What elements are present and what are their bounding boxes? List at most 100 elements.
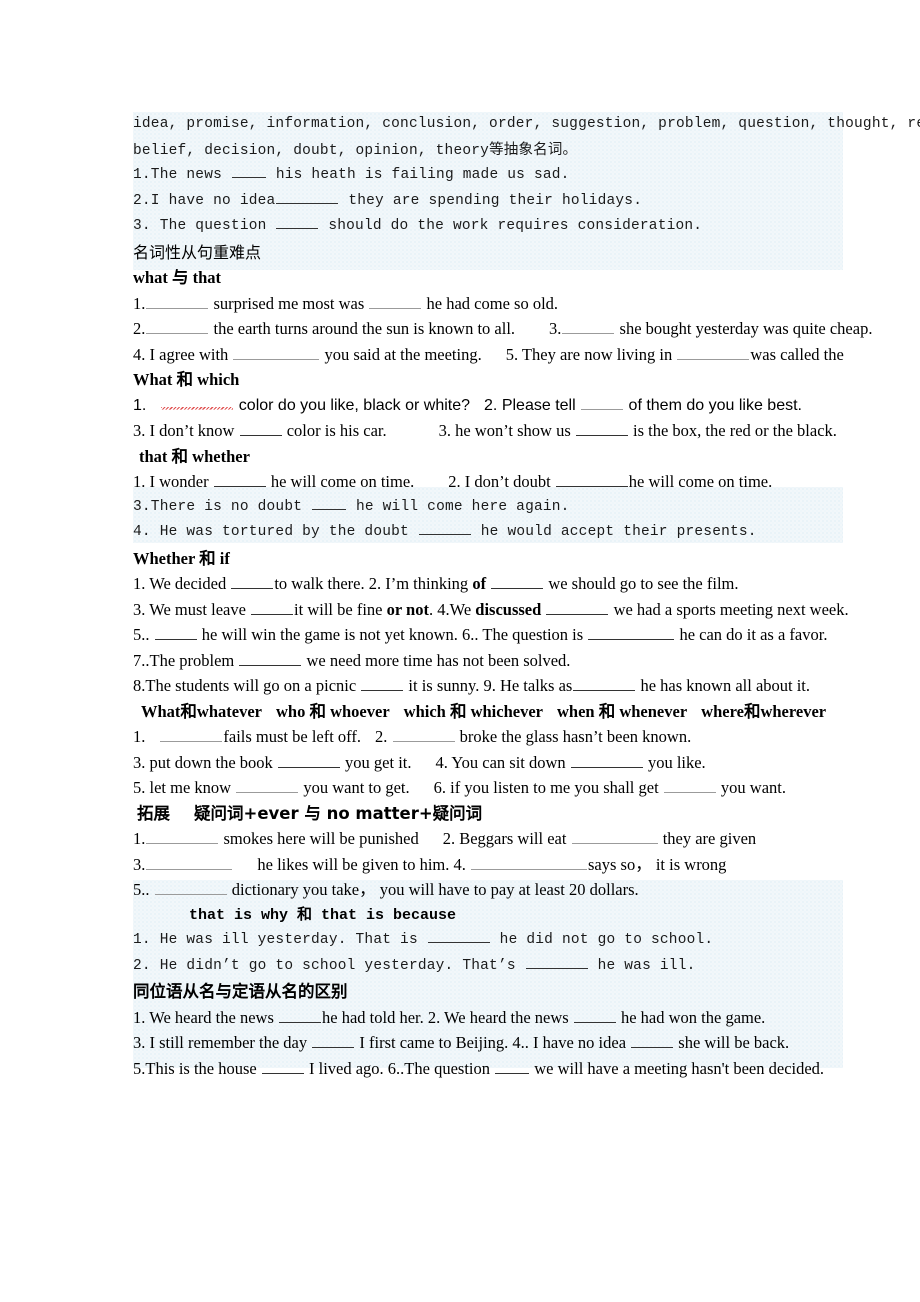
- worksheet-page: idea, promise, information, conclusion, …: [0, 0, 920, 1302]
- item-text: says so， it is wrong: [588, 854, 727, 874]
- heading-word: whichever: [470, 701, 543, 721]
- answer-blank[interactable]: [427, 928, 490, 943]
- answer-blank[interactable]: [276, 214, 319, 229]
- answer-blank[interactable]: [277, 751, 340, 768]
- answer-blank[interactable]: [361, 674, 404, 691]
- item-text: 3. I don’t know: [133, 421, 235, 440]
- heading-expansion: 拓展 疑问词+ever 与 no matter+疑问词: [133, 801, 845, 827]
- answer-blank[interactable]: [573, 674, 636, 691]
- heading-cjk-and: 和: [309, 701, 326, 721]
- item-text: you want to get.: [303, 778, 410, 797]
- item-text: surprised me most was: [213, 293, 365, 313]
- answer-blank[interactable]: [570, 751, 643, 768]
- answer-blank[interactable]: [146, 853, 233, 870]
- exercise-1-suffix: his heath is failing made us sad.: [275, 167, 570, 183]
- answer-blank[interactable]: [491, 572, 544, 589]
- heading-word: which: [403, 701, 446, 721]
- answer-blank[interactable]: [146, 827, 219, 844]
- wi-line-2: 3. We must leave it will be fine or not.…: [133, 597, 849, 623]
- answer-blank[interactable]: [525, 954, 588, 969]
- answer-blank[interactable]: [146, 292, 209, 309]
- item-text: . 4.We: [428, 599, 472, 619]
- ev-line-1: 1. fails must be left off. 2. broke the gl…: [133, 724, 845, 750]
- wt-line-2: 2. the earth turns around the sun is kno…: [133, 316, 872, 342]
- answer-blank[interactable]: [588, 623, 675, 640]
- wi-line-3: 5.. he will win the game is not yet know…: [133, 622, 845, 648]
- ww-line-1: 1. color do you like, black or white? 2. …: [133, 393, 845, 419]
- answer-blank[interactable]: [236, 776, 299, 793]
- av-line-3: 5.This is the house I lived ago. 6..The …: [133, 1056, 845, 1082]
- heading-cjk-and: 和: [449, 701, 467, 721]
- item-number: 5..: [133, 625, 150, 644]
- wt-line-3: 4. I agree with you said at the meeting.…: [133, 342, 845, 368]
- answer-blank[interactable]: [231, 163, 266, 178]
- answer-blank[interactable]: [154, 623, 197, 640]
- heading-word: when: [557, 701, 595, 721]
- answer-blank[interactable]: [233, 343, 320, 360]
- wi-line-5: 8.The students will go on a picnic it is…: [133, 673, 845, 699]
- exercise-2-suffix: they are spending their holidays.: [348, 192, 643, 209]
- item-text: 4. He was tortured by the doubt: [133, 524, 409, 540]
- item-text: 7..The problem: [133, 650, 235, 670]
- answer-blank[interactable]: [581, 393, 624, 410]
- answer-blank[interactable]: [495, 1057, 530, 1074]
- av-line-2: 3. I still remember the day I first came…: [133, 1030, 845, 1056]
- heading-text: that is why 和 that is because: [189, 906, 457, 924]
- item-text: broke the glass hasn’t been known.: [459, 727, 692, 746]
- answer-blank[interactable]: [562, 317, 615, 334]
- answer-blank[interactable]: [555, 470, 628, 487]
- heading-word: where: [701, 701, 744, 721]
- item-text: we had a sports meeting next week.: [613, 599, 849, 619]
- answer-blank[interactable]: [276, 189, 339, 204]
- item-text: 1. I wonder: [133, 472, 209, 491]
- exercise-3-prefix: 3. The question: [133, 218, 267, 234]
- answer-blank[interactable]: [213, 470, 266, 487]
- answer-blank[interactable]: [575, 419, 628, 436]
- answer-blank[interactable]: [261, 1057, 304, 1074]
- item-text: 3. We must leave: [133, 599, 246, 619]
- answer-blank[interactable]: [573, 1006, 616, 1023]
- item-text: I first came to Beijing. 4.. I have no i…: [359, 1033, 627, 1052]
- answer-blank[interactable]: [392, 725, 455, 742]
- answer-blank[interactable]: [239, 419, 282, 436]
- answer-blank[interactable]: [146, 317, 209, 334]
- answer-blank[interactable]: [546, 598, 609, 615]
- heading-word: whenever: [619, 701, 688, 721]
- answer-blank[interactable]: [160, 725, 223, 742]
- answer-blank[interactable]: [231, 572, 274, 589]
- answer-blank[interactable]: [663, 776, 716, 793]
- answer-blank[interactable]: [312, 1031, 355, 1048]
- answer-blank[interactable]: [312, 495, 347, 510]
- wi-line-1: 1. We decided to walk there. 2. I’m thin…: [133, 571, 845, 597]
- item-text: 5. They are now living in: [505, 344, 673, 364]
- item-text: was called the: [750, 344, 844, 364]
- item-text: 2. Please tell: [484, 396, 576, 414]
- heading-text: Whether 和 if: [133, 548, 230, 568]
- answer-blank[interactable]: [631, 1031, 674, 1048]
- answer-blank[interactable]: [571, 827, 658, 844]
- answer-blank[interactable]: [154, 878, 227, 895]
- answer-blank[interactable]: [161, 393, 234, 410]
- wi-line-4: 7..The problem we need more time has not…: [133, 648, 845, 674]
- answer-blank[interactable]: [471, 853, 588, 870]
- item-emphasis: or not: [386, 599, 429, 619]
- answer-blank[interactable]: [677, 343, 750, 360]
- item-text: you said at the meeting.: [324, 344, 482, 364]
- answer-blank[interactable]: [279, 1006, 321, 1023]
- item-text: we will have a meeting hasn't been decid…: [534, 1058, 825, 1078]
- item-text: 3. I still remember the day: [133, 1033, 308, 1052]
- item-text: 4. You can sit down: [435, 752, 566, 772]
- heading-that-is-why: that is why 和 that is because: [133, 903, 845, 929]
- answer-blank[interactable]: [418, 520, 471, 535]
- heading-cjk-and: 和: [598, 701, 616, 721]
- answer-blank[interactable]: [251, 598, 294, 615]
- item-text: 2. He didn’t go to school yesterday. Tha…: [133, 957, 516, 974]
- item-text: he had told her. 2. We heard the news: [322, 1007, 569, 1027]
- exp-line-2: 3. he likes will be given to him. 4. says…: [133, 852, 845, 878]
- answer-blank[interactable]: [239, 649, 302, 666]
- tw-line-2: 3.There is no doubt he will come here ag…: [133, 495, 845, 521]
- ww-line-2: 3. I don’t know color is his car. 3. he w…: [133, 418, 845, 444]
- answer-blank[interactable]: [369, 292, 422, 309]
- item-text: you like.: [647, 752, 706, 772]
- item-emphasis: of: [472, 574, 487, 593]
